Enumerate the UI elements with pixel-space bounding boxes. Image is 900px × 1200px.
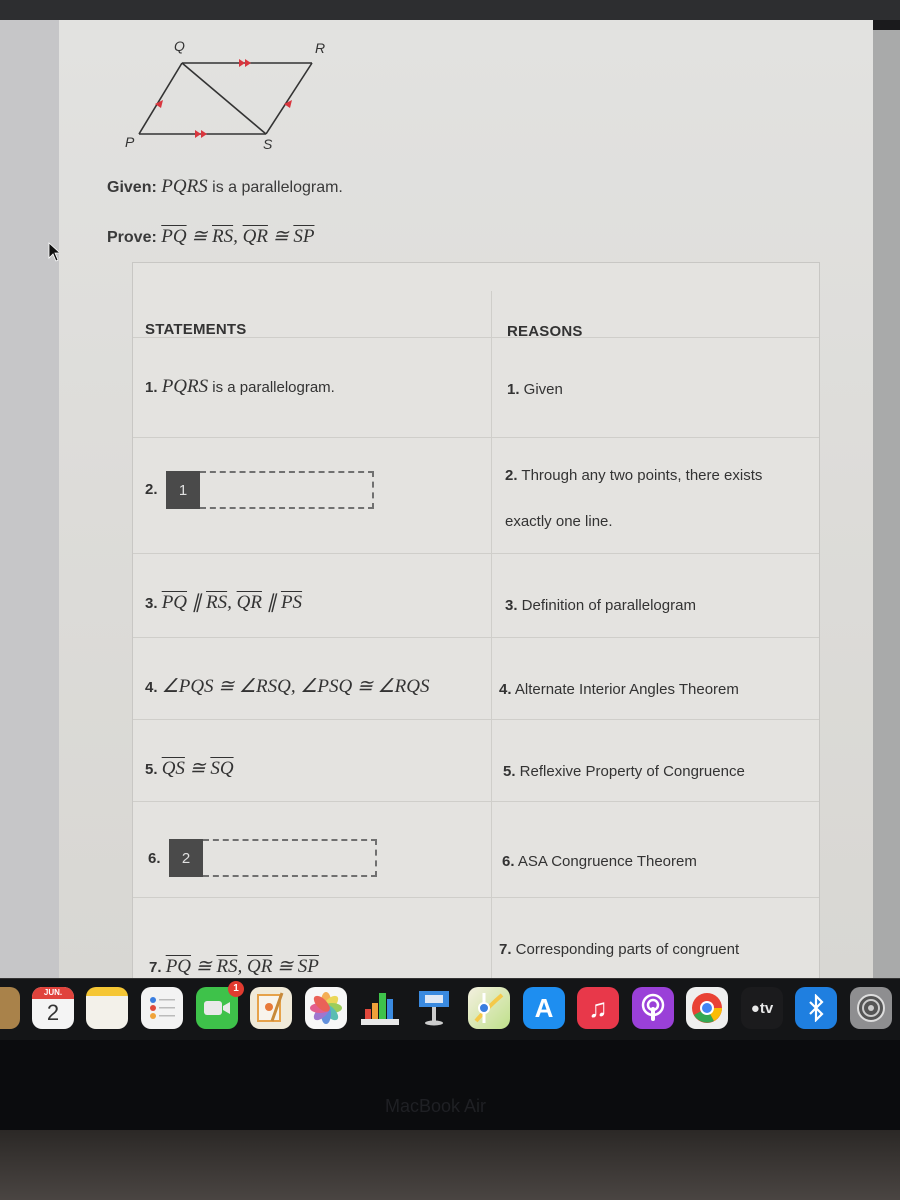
reason-4: 4. Alternate Interior Angles Theorem — [499, 681, 739, 698]
system-preferences-app-icon[interactable] — [850, 987, 892, 1029]
segment: PQ — [161, 226, 187, 247]
given-label: Given: — [107, 179, 157, 196]
scrollbar-track[interactable] — [873, 30, 900, 980]
side-rs — [265, 62, 313, 135]
podium-icon — [419, 991, 449, 1026]
app-store-a-glyph: A — [534, 992, 554, 1023]
statement-6-number: 6. — [148, 850, 161, 867]
reason-3: 3. Definition of parallelogram — [505, 597, 696, 614]
chrome-app-icon[interactable] — [686, 987, 728, 1029]
calendar-month: JUN. — [32, 987, 74, 999]
statements-header: STATEMENTS — [145, 321, 247, 338]
screen-top-bar — [0, 0, 900, 20]
keynote-app-icon[interactable] — [413, 987, 455, 1029]
notes-app-icon[interactable] — [86, 987, 128, 1029]
drop-target-box[interactable] — [203, 839, 377, 877]
reason-7: 7. Corresponding parts of congruent — [499, 941, 740, 958]
reason-2-continued: exactly one line. — [505, 513, 613, 530]
reason-6: 6. ASA Congruence Theorem — [502, 853, 697, 870]
statement-1: 1. PQRS is a parallelogram. — [145, 376, 335, 397]
comma: , — [233, 226, 238, 247]
side-pq — [138, 62, 183, 135]
bezel-brand-label: MacBook Air — [385, 1096, 487, 1116]
answer-slot-1[interactable]: 1 — [166, 471, 374, 509]
prove-statement: Prove: PQ ≅ RS, QR ≅ SP — [107, 225, 314, 248]
congruent-symbol: ≅ — [272, 226, 289, 247]
column-divider — [491, 291, 492, 980]
bar-chart-icon — [361, 993, 399, 1025]
proof-table: STATEMENTS REASONS 1. PQRS is a parallel… — [132, 262, 820, 980]
given-math: PQRS — [161, 176, 208, 197]
vertex-label-p: P — [125, 134, 135, 150]
macos-dock: JUN. 2 1 A ♫ ●tv — [0, 978, 900, 1041]
row-divider — [133, 801, 819, 802]
answer-slot-label: 2 — [169, 839, 203, 877]
statement-2-number: 2. — [145, 481, 158, 498]
music-app-icon[interactable]: ♫ — [577, 987, 619, 1029]
reason-1: 1. Given — [507, 381, 563, 398]
photos-app-icon[interactable] — [305, 987, 347, 1029]
notification-badge: 1 — [228, 981, 244, 997]
reminders-list-icon — [150, 997, 175, 1019]
parallelogram-diagram — [138, 59, 313, 138]
segment: RS — [212, 226, 234, 247]
calendar-app-icon[interactable]: JUN. 2 — [32, 987, 74, 1029]
calendar-day: 2 — [46, 1000, 60, 1025]
vertex-label-q: Q — [174, 38, 185, 54]
numbers-app-icon[interactable] — [359, 987, 401, 1029]
drop-target-box[interactable] — [200, 471, 374, 509]
statement-3: 3. PQ ∥ RS, QR ∥ PS — [145, 592, 303, 613]
row-divider — [133, 637, 819, 638]
statement-5: 5. QS ≅ SQ — [145, 758, 234, 779]
bluetooth-icon — [809, 994, 824, 1022]
row-divider — [133, 719, 819, 720]
map-pin-icon — [474, 993, 504, 1023]
podcasts-app-icon[interactable] — [632, 987, 674, 1029]
statement-4: 4. ∠PQS ≅ ∠RSQ, ∠PSQ ≅ ∠RQS — [145, 676, 430, 697]
row-divider — [133, 553, 819, 554]
statement-7: 7. PQ ≅ RS, QR ≅ SP — [149, 956, 319, 977]
pages-pen-icon — [257, 992, 284, 1022]
reason-5: 5. Reflexive Property of Congruence — [503, 763, 745, 780]
laptop-base — [0, 1130, 900, 1200]
app-store-icon[interactable]: A — [523, 987, 565, 1029]
vertex-label-r: R — [315, 40, 326, 56]
row-divider — [133, 897, 819, 898]
answer-slot-label: 1 — [166, 471, 200, 509]
bluetooth-app-icon[interactable] — [795, 987, 837, 1029]
gear-icon — [857, 994, 885, 1022]
worksheet-page: Q R P S Given: PQRS is a parallelogram. … — [59, 20, 873, 980]
maps-app-icon[interactable] — [468, 987, 510, 1029]
finder-app-icon[interactable] — [0, 987, 20, 1029]
double-arrow-qr — [239, 59, 251, 67]
video-camera-icon — [204, 1001, 230, 1015]
photos-flower-icon — [310, 992, 342, 1024]
facetime-app-icon[interactable]: 1 — [196, 981, 244, 1029]
pages-app-icon[interactable] — [250, 987, 292, 1029]
reason-2: 2. Through any two points, there exists — [505, 467, 763, 484]
segment: QR — [242, 226, 268, 247]
segment: SP — [293, 226, 315, 247]
apple-tv-app-icon[interactable]: ●tv — [741, 987, 783, 1029]
podcast-icon — [641, 993, 665, 1021]
reasons-header: REASONS — [507, 323, 583, 340]
given-text: is a parallelogram. — [207, 179, 343, 196]
answer-slot-2[interactable]: 2 — [169, 839, 377, 877]
reminders-app-icon[interactable] — [141, 987, 183, 1029]
music-note-icon: ♫ — [588, 992, 608, 1023]
given-statement: Given: PQRS is a parallelogram. — [107, 176, 343, 198]
vertex-label-s: S — [263, 136, 273, 152]
row-divider — [133, 437, 819, 438]
left-margin — [0, 20, 62, 980]
double-arrow-sp — [195, 130, 207, 138]
diagonal-qs — [181, 62, 267, 135]
congruent-symbol: ≅ — [191, 226, 208, 247]
apple-logo-icon: ● — [750, 999, 760, 1017]
chrome-logo-icon — [692, 993, 722, 1023]
parallelogram-figure: Q R P S — [99, 30, 369, 155]
tv-label: ●tv — [750, 999, 774, 1017]
prove-label: Prove: — [107, 229, 157, 246]
